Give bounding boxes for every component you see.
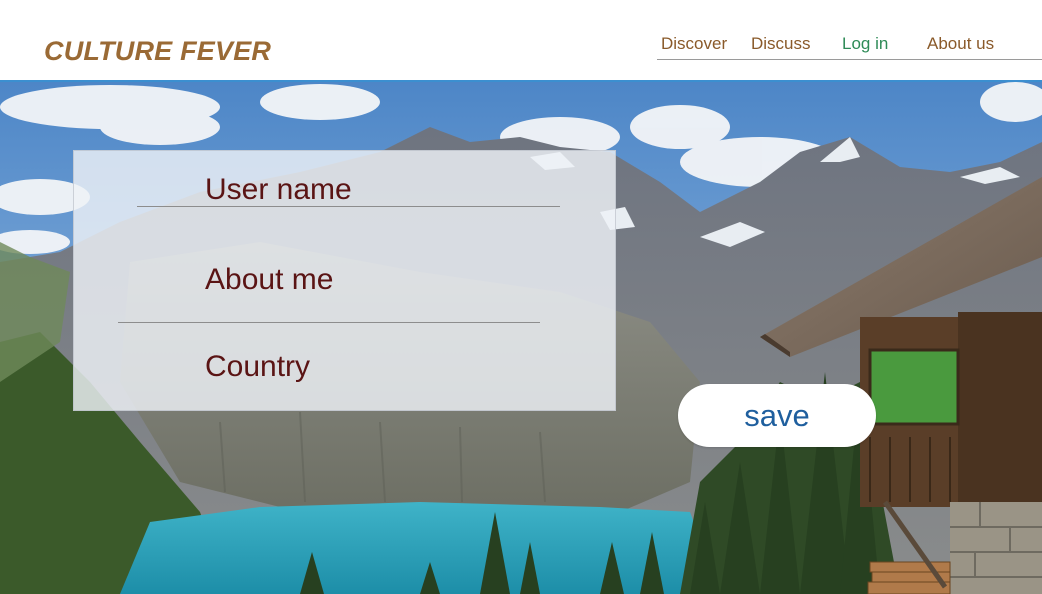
header: CULTURE FEVER Discover Discuss Log in Ab… — [0, 0, 1042, 82]
user-name-underline — [137, 206, 560, 207]
about-me-field[interactable]: About me — [205, 263, 333, 297]
nav-link-login[interactable]: Log in — [842, 34, 888, 54]
nav-link-about-us[interactable]: About us — [927, 34, 994, 54]
nav-link-discuss[interactable]: Discuss — [751, 34, 811, 54]
country-field[interactable]: Country — [205, 350, 310, 384]
save-button[interactable]: save — [678, 384, 876, 447]
nav-link-discover[interactable]: Discover — [661, 34, 727, 54]
site-logo[interactable]: CULTURE FEVER — [44, 36, 271, 67]
page: CULTURE FEVER Discover Discuss Log in Ab… — [0, 0, 1042, 594]
profile-form-panel: User name About me Country — [73, 150, 616, 411]
about-me-underline — [118, 322, 540, 323]
user-name-field[interactable]: User name — [205, 173, 352, 207]
main-nav: Discover Discuss Log in About us — [657, 32, 1042, 60]
